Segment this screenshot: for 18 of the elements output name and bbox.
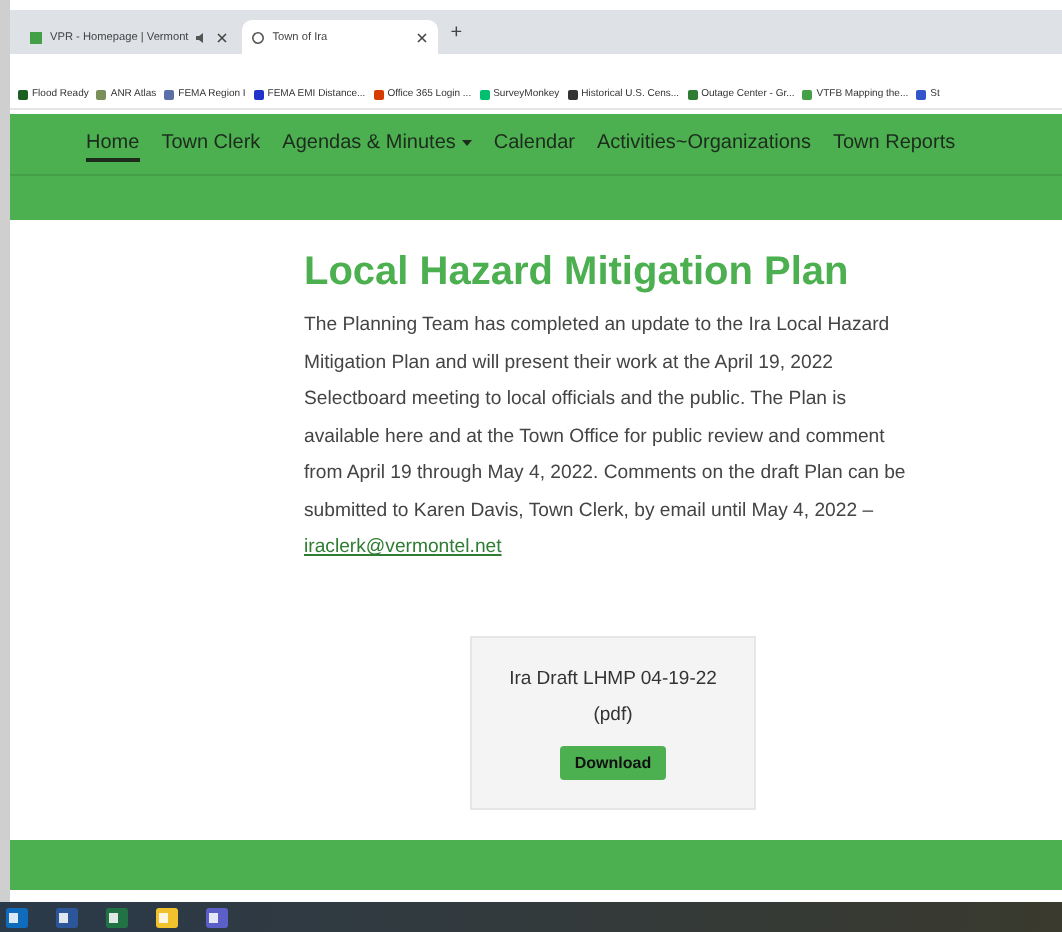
nav-link[interactable]: Town Reports	[832, 127, 956, 161]
globe-icon	[252, 31, 265, 43]
file-name: Ira Draft LHMP 04-19-22	[509, 665, 717, 693]
nav-link[interactable]: Agendas & Minutes	[282, 127, 472, 161]
file-type: (pdf)	[593, 701, 633, 729]
site-icon	[30, 31, 42, 43]
intro-paragraph: The Planning Team has completed an update to the Ira Local Hazard Mitigation Plan and will present their work at the April 19, 2022 Selectboard meeting to local officials and the public. The Plan is available here and at the Town Office for public review and comment from April 19 through May 4, 2022. Comments on the draft Plan can be submitted to Karen Davis, Town Clerk, by email until May 4, 2022 – iraclerk@vermontel.net	[304, 312, 908, 562]
page-title: Local Hazard Mitigation Plan	[304, 250, 849, 296]
nav-link[interactable]: Town Clerk	[161, 127, 261, 161]
nav-link[interactable]: Calendar	[493, 127, 575, 161]
close-icon[interactable]	[216, 31, 229, 43]
close-icon[interactable]	[416, 31, 429, 43]
download-button[interactable]: Download	[560, 745, 666, 779]
nav-link[interactable]: Home	[86, 127, 140, 161]
nav-link[interactable]: Activities~Organizations	[596, 127, 811, 161]
new-tab-button[interactable]: +	[442, 21, 463, 43]
speaker-icon[interactable]	[196, 31, 209, 43]
email-link[interactable]: iraclerk@vermontel.net	[304, 536, 502, 558]
